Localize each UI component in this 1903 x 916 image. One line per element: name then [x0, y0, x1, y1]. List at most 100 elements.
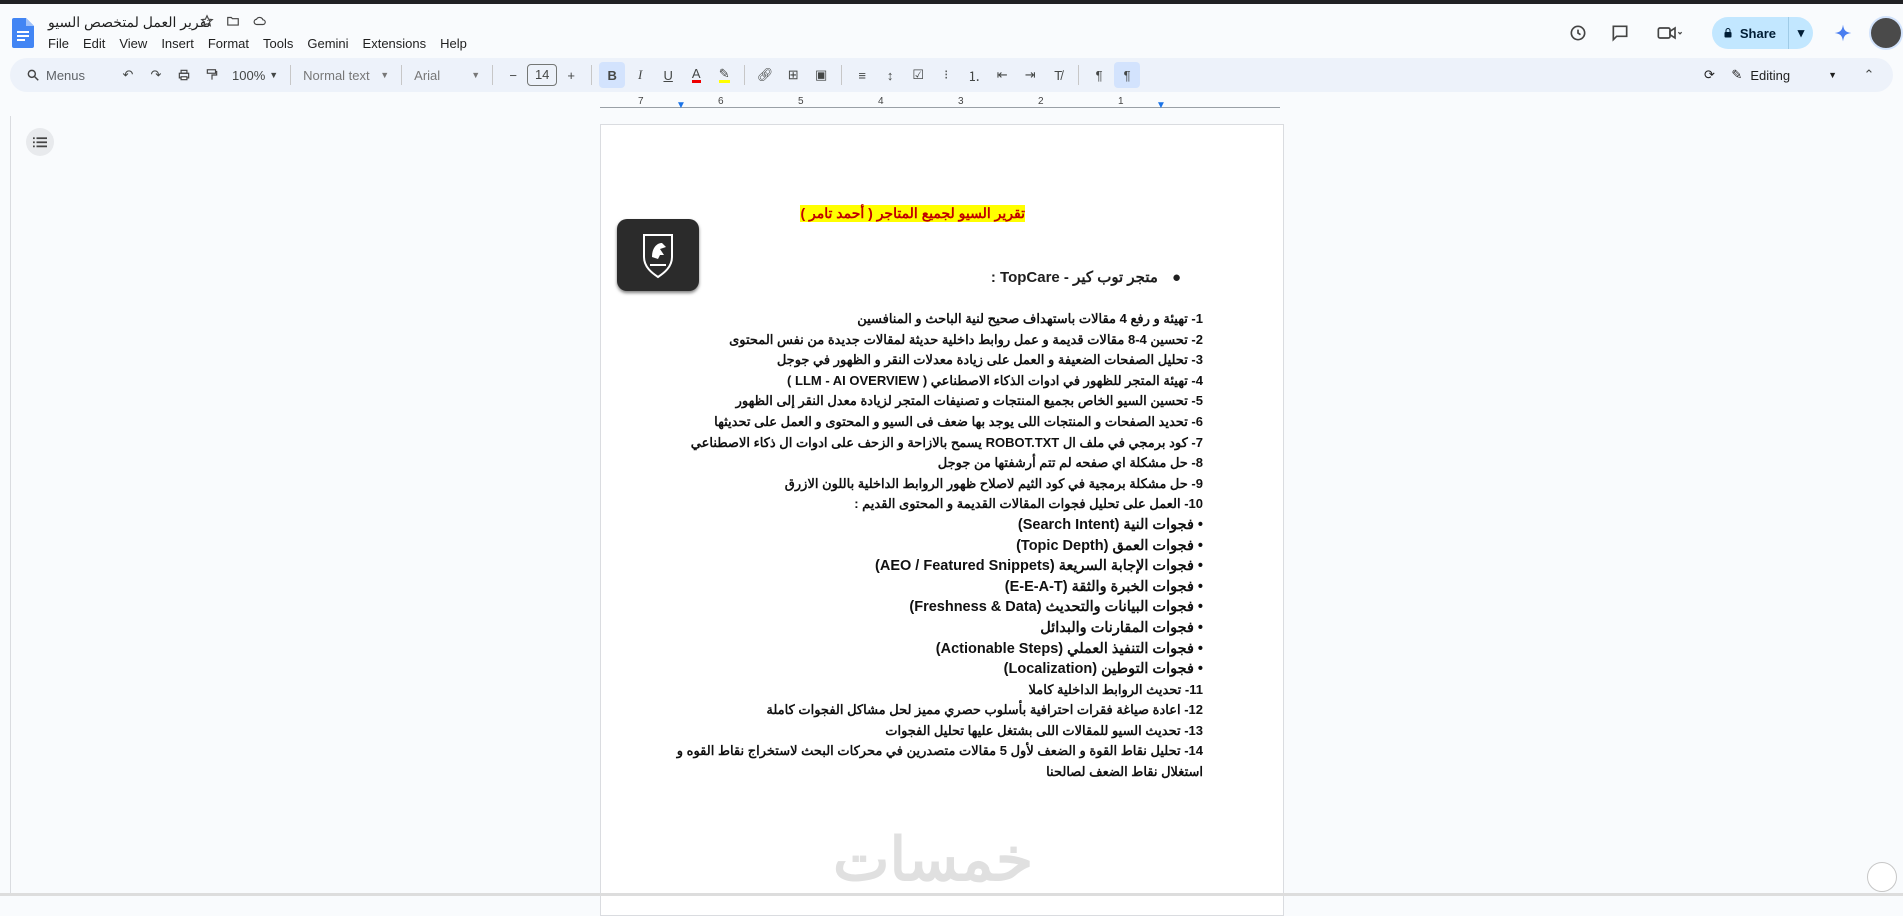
ruler-number: 5 — [798, 96, 804, 107]
report-line: 7- كود برمجي في ملف ال ROBOT.TXT يسمح با… — [690, 434, 1203, 450]
meet-icon[interactable] — [1650, 21, 1690, 45]
menu-file[interactable]: File — [48, 34, 76, 53]
caret-down-icon: ▼ — [471, 70, 481, 80]
account-avatar[interactable] — [1869, 16, 1903, 50]
font-size-input[interactable]: 14 — [527, 64, 558, 86]
ltr-text-icon[interactable]: ¶ — [1086, 62, 1112, 88]
editing-mode: ⟳ ✎ Editing ▼ — [1695, 62, 1837, 88]
paint-format-icon[interactable] — [199, 62, 225, 88]
bold-icon[interactable]: B — [599, 62, 626, 88]
indent-marker-icon[interactable]: ▼ — [1156, 100, 1166, 111]
report-line: 13- تحديث السيو للمقالات اللى بشتغل عليه… — [885, 722, 1203, 738]
style-dropdown[interactable]: Normal text ▼ — [297, 68, 395, 83]
menu-insert[interactable]: Insert — [154, 34, 201, 53]
menu-edit[interactable]: Edit — [76, 34, 112, 53]
share-dropdown-icon[interactable]: ▾ — [1789, 25, 1813, 41]
lock-icon — [1724, 28, 1732, 38]
gap-item: • فجوات البيانات والتحديث (Freshness & D… — [909, 599, 1203, 616]
report-line: 11- تحديث الروابط الداخلية كاملا — [1028, 681, 1203, 697]
add-comment-icon[interactable]: ⊞ — [780, 62, 806, 88]
menus-search[interactable]: Menus — [18, 63, 114, 87]
store-title: ● متجر توب كير - TopCare : — [991, 268, 1181, 286]
underline-icon[interactable]: U — [655, 62, 681, 88]
title-bar: تقرير العمل لمتخصص السيو File Edit View … — [0, 4, 1903, 54]
gap-item: • فجوات المقارنات والبدائل — [1040, 619, 1203, 636]
numbered-list-icon[interactable]: ⒈ — [961, 62, 987, 88]
menu-gemini[interactable]: Gemini — [300, 34, 355, 53]
watermark: خمسات — [833, 826, 1034, 893]
italic-icon[interactable]: I — [627, 62, 653, 88]
font-dropdown[interactable]: Arial ▼ — [408, 68, 486, 83]
clear-formatting-icon[interactable]: T̸ — [1045, 62, 1071, 88]
ruler-number: 4 — [878, 96, 884, 107]
docs-logo-icon[interactable] — [12, 18, 34, 48]
zoom-dropdown[interactable]: 100% ▼ — [226, 68, 284, 83]
undo-icon[interactable]: ↶ — [115, 62, 141, 88]
star-icon[interactable] — [200, 14, 216, 30]
gap-item: • فجوات الإجابة السريعة (AEO / Featured … — [875, 558, 1203, 575]
insert-link-icon[interactable]: 🔗︎ — [752, 62, 778, 88]
highlight-color-icon[interactable]: ✎ — [711, 62, 737, 88]
align-icon[interactable]: ≡ — [849, 62, 875, 88]
separator — [290, 65, 292, 85]
ruler-number: 1 — [1118, 96, 1124, 107]
report-line: 5- تحسين السيو الخاص بجميع المنتجات و تص… — [735, 393, 1203, 409]
text-color-icon[interactable]: A — [683, 62, 709, 88]
gap-item: • فجوات العمق (Topic Depth) — [1016, 537, 1203, 554]
menu-bar: File Edit View Insert Format Tools Gemin… — [48, 34, 474, 53]
document-heading: تقرير السيو لجميع المتاجر ( أحمد تامر ) — [800, 205, 1025, 222]
collapse-menus-icon[interactable]: ⌃ — [1856, 62, 1882, 88]
decrease-font-size-icon[interactable]: − — [500, 62, 526, 88]
font-value: Arial — [414, 67, 441, 83]
version-history-icon[interactable] — [1566, 21, 1590, 45]
cloud-saved-icon[interactable] — [252, 14, 268, 30]
gap-item: • فجوات الخبرة والثقة (E-E-A-T) — [1004, 578, 1203, 595]
report-line: 12- اعادة صياغة فقرات احترافية بأسلوب حص… — [766, 702, 1203, 718]
increase-indent-icon[interactable]: ⇥ — [1017, 62, 1043, 88]
rtl-text-icon[interactable]: ¶ — [1114, 62, 1141, 88]
zoom-value: 100% — [232, 67, 266, 83]
style-value: Normal text — [303, 67, 370, 83]
scroll-to-top-button[interactable] — [1867, 862, 1897, 892]
bulleted-list-icon[interactable]: ⁝ — [933, 62, 959, 88]
gemini-refresh-icon[interactable]: ⟳ — [1696, 62, 1722, 88]
separator — [744, 65, 746, 85]
horizontal-ruler: 7 6 5 4 3 2 1 ▼ ▼ — [600, 96, 1280, 112]
store-logo-image — [617, 219, 699, 291]
indent-marker-icon[interactable]: ▼ — [676, 100, 686, 111]
comments-icon[interactable] — [1608, 21, 1632, 45]
document-page[interactable]: تقرير السيو لجميع المتاجر ( أحمد تامر ) … — [600, 124, 1284, 916]
ruler-number: 3 — [958, 96, 964, 107]
menu-view[interactable]: View — [112, 34, 154, 53]
menu-tools[interactable]: Tools — [256, 34, 300, 53]
insert-image-icon[interactable]: ▣ — [808, 62, 834, 88]
move-folder-icon[interactable] — [226, 14, 242, 30]
decrease-indent-icon[interactable]: ⇤ — [989, 62, 1015, 88]
ruler-number: 2 — [1038, 96, 1044, 107]
line-spacing-icon[interactable]: ↕ — [877, 62, 903, 88]
caret-down-icon: ▼ — [269, 70, 279, 80]
caret-down-icon[interactable]: ▼ — [1828, 70, 1837, 80]
document-outline-button[interactable] — [26, 128, 54, 156]
menu-help[interactable]: Help — [433, 34, 474, 53]
menu-extensions[interactable]: Extensions — [356, 34, 434, 53]
editing-mode-dropdown[interactable]: Editing — [1750, 68, 1790, 83]
document-title[interactable]: تقرير العمل لمتخصص السيو — [48, 14, 211, 31]
gap-item: • فجوات التنفيذ العملي (Actionable Steps… — [935, 640, 1203, 657]
store-title-text: متجر توب كير - TopCare : — [990, 269, 1158, 286]
vertical-ruler — [10, 116, 11, 896]
redo-icon[interactable]: ↷ — [143, 62, 169, 88]
checklist-icon[interactable]: ☑ — [905, 62, 931, 88]
separator — [1078, 65, 1080, 85]
share-label: Share — [1739, 25, 1776, 41]
menu-format[interactable]: Format — [201, 34, 256, 53]
print-icon[interactable] — [171, 62, 197, 88]
report-line: 2- تحسين 4-8 مقالات قديمة و عمل روابط دا… — [729, 331, 1203, 347]
knight-shield-icon — [643, 234, 673, 279]
report-line: 8- حل مشكلة اي صفحه لم تتم أرشفتها من جو… — [937, 455, 1203, 471]
gap-item: • فجوات النية (Search Intent) — [1017, 516, 1203, 533]
gemini-icon[interactable] — [1831, 21, 1855, 45]
increase-font-size-icon[interactable]: + — [558, 62, 584, 88]
share-button[interactable]: Share ▾ — [1711, 17, 1813, 49]
report-line: 14- تحليل نقاط القوة و الضعف لأول 5 مقال… — [676, 743, 1203, 759]
